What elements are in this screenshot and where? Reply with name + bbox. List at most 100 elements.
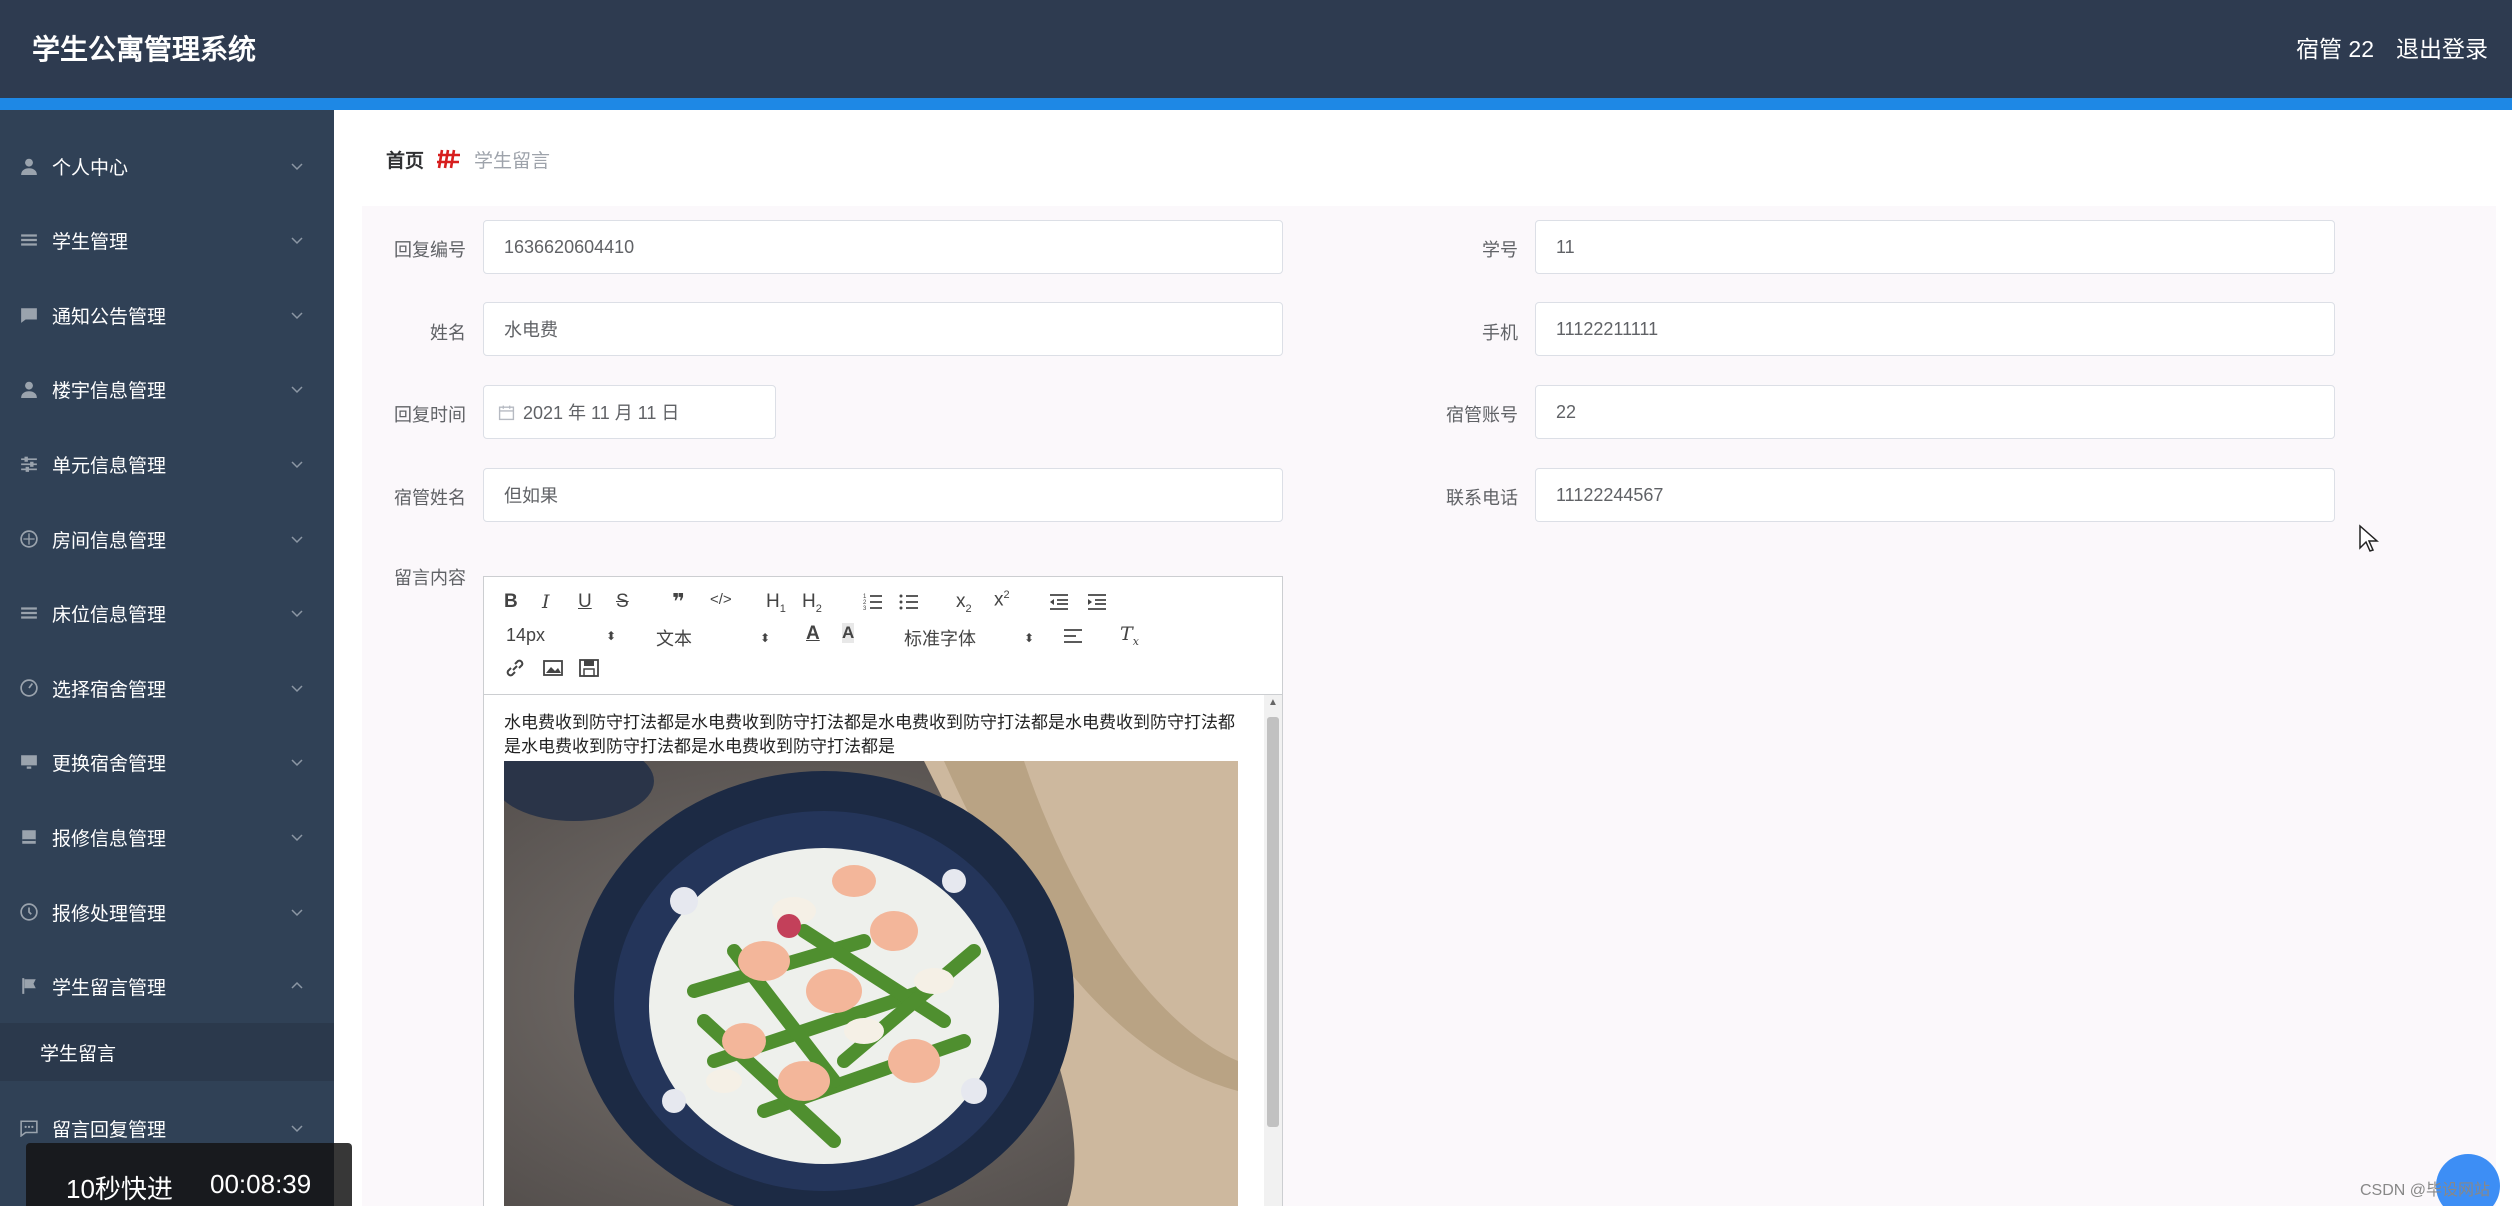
sidebar-item-label: 通知公告管理 (52, 306, 167, 328)
breadcrumb-separator-icon (437, 149, 461, 169)
background-color-button[interactable]: A (842, 623, 855, 643)
indent-icon (1088, 594, 1106, 610)
italic-button[interactable]: I (542, 591, 550, 613)
block-type-select[interactable]: 文本 ⬍ (656, 625, 776, 651)
logout-button[interactable]: 退出登录 (2396, 30, 2488, 64)
rich-text-editor[interactable]: B I U S ❞ </> H1 H2 123 x2 x2 14px ⬍ 文本 ⬍ … (483, 576, 1283, 1206)
underline-button[interactable]: U (578, 591, 592, 613)
sidebar-item-label: 学生管理 (52, 231, 129, 253)
student-no-input[interactable]: 11 (1535, 220, 2335, 274)
sidebar-item-label: 选择宿舍管理 (52, 679, 167, 701)
image-button[interactable] (542, 657, 564, 685)
phone-input[interactable]: 11122211111 (1535, 302, 2335, 356)
reply-no-input[interactable]: 1636620604410 (483, 220, 1283, 274)
indent-button[interactable] (1086, 591, 1108, 619)
font-family-value: 标准字体 (904, 629, 976, 649)
manager-account-input[interactable]: 22 (1535, 385, 2335, 439)
chevron-down-icon (290, 1121, 304, 1135)
manager-account-text: 22 (1556, 401, 1577, 422)
scroll-up-icon[interactable]: ▲ (1268, 697, 1278, 708)
font-size-select[interactable]: 14px ⬍ (506, 625, 626, 646)
sidebar-item-notice-management[interactable]: 通知公告管理 (0, 278, 334, 352)
ordered-list-button[interactable]: 123 (862, 591, 884, 619)
sidebar-item-label: 报修信息管理 (52, 828, 167, 850)
strikethrough-button[interactable]: S (616, 591, 629, 613)
food-photo-illustration (504, 761, 1238, 1206)
sidebar-item-room-management[interactable]: 房间信息管理 (0, 502, 334, 576)
phone-label: 手机 (1482, 323, 1518, 343)
heading1-button[interactable]: H1 (766, 591, 786, 615)
name-input[interactable]: 水电费 (483, 302, 1283, 356)
superscript-button[interactable]: x2 (994, 589, 1010, 611)
chevron-down-icon (290, 532, 304, 546)
sidebar-item-label: 房间信息管理 (52, 530, 167, 552)
monitor-icon (20, 753, 38, 771)
contact-phone-label: 联系电话 (1446, 488, 1518, 508)
reply-time-datepicker[interactable]: 2021 年 11 月 11 日 (483, 385, 776, 439)
link-button[interactable] (504, 657, 526, 685)
ordered-list-icon: 123 (863, 594, 882, 612)
align-button[interactable] (1062, 625, 1084, 653)
editor-scrollbar-thumb[interactable] (1267, 717, 1279, 1127)
chevron-down-icon (290, 830, 304, 844)
user-icon (20, 380, 38, 398)
sidebar-item-bed-management[interactable]: 床位信息管理 (0, 576, 334, 650)
blockquote-button[interactable]: ❞ (672, 589, 685, 615)
sidebar-item-label: 更换宿舍管理 (52, 753, 167, 775)
fast-forward-label[interactable]: 10秒快进 (66, 1169, 173, 1206)
sidebar-item-dorm-selection[interactable]: 选择宿舍管理 (0, 651, 334, 725)
font-color-button[interactable]: A (806, 623, 820, 645)
link-icon (506, 659, 524, 677)
accent-bar (0, 98, 2512, 110)
sidebar-item-student-management[interactable]: 学生管理 (0, 203, 334, 277)
sidebar-item-repair-info[interactable]: 报修信息管理 (0, 800, 334, 874)
sidebar: 个人中心 学生管理 通知公告管理 楼宇信息管理 单元信息管理 房间信息管理 床位… (0, 110, 334, 1206)
editor-text: 水电费收到防守打法都是水电费收到防守打法都是水电费收到防守打法都是水电费收到防守… (504, 713, 1235, 756)
manager-name-input[interactable]: 但如果 (483, 468, 1283, 522)
sidebar-item-label: 楼宇信息管理 (52, 380, 167, 402)
editor-content[interactable]: 水电费收到防守打法都是水电费收到防守打法都是水电费收到防守打法都是水电费收到防守… (484, 695, 1264, 1206)
sidebar-item-label: 个人中心 (52, 157, 129, 179)
sidebar-subitem-label: 学生留言 (40, 1043, 117, 1065)
top-header: 学生公寓管理系统 宿管 22 退出登录 (0, 0, 2512, 98)
chevron-down-icon (290, 905, 304, 919)
student-no-label: 学号 (1482, 240, 1518, 260)
video-icon (579, 659, 599, 677)
sidebar-subitem-student-message[interactable]: 学生留言 (0, 1023, 334, 1081)
sidebar-item-unit-management[interactable]: 单元信息管理 (0, 427, 334, 501)
breadcrumb-home[interactable]: 首页 (386, 146, 424, 173)
manager-name-label: 宿管姓名 (394, 488, 466, 508)
sidebar-item-building-management[interactable]: 楼宇信息管理 (0, 352, 334, 426)
bold-button[interactable]: B (504, 591, 518, 613)
code-block-button[interactable]: </> (710, 591, 732, 608)
editor-scrollbar[interactable]: ▲ (1264, 695, 1282, 1206)
sidebar-item-dorm-change[interactable]: 更换宿舍管理 (0, 725, 334, 799)
subscript-button[interactable]: x2 (956, 591, 972, 615)
chevron-down-icon (290, 159, 304, 173)
reply-no-label: 回复编号 (394, 240, 466, 260)
breadcrumb-current: 学生留言 (474, 150, 551, 172)
clear-format-button[interactable]: Tx (1120, 623, 1139, 648)
font-family-select[interactable]: 标准字体 ⬍ (904, 625, 1044, 651)
content-label: 留言内容 (394, 568, 466, 588)
csdn-watermark: CSDN @毕设网站 (2360, 1182, 2491, 1199)
sidebar-item-message-management[interactable]: 学生留言管理 (0, 949, 334, 1023)
outdent-button[interactable] (1048, 591, 1070, 619)
app-title: 学生公寓管理系统 (32, 34, 257, 65)
reply-time-text: 2021 年 11 月 11 日 (523, 403, 680, 423)
image-icon (543, 660, 563, 676)
list-icon (20, 604, 38, 622)
video-overlay: 10秒快进 00:08:39 (26, 1143, 352, 1206)
bullet-list-button[interactable] (898, 591, 920, 619)
sidebar-item-label: 学生留言管理 (52, 977, 167, 999)
sidebar-item-personal-center[interactable]: 个人中心 (0, 129, 334, 203)
compass-icon (20, 530, 38, 548)
contact-phone-input[interactable]: 11122244567 (1535, 468, 2335, 522)
video-button[interactable] (578, 657, 600, 685)
select-arrows-icon: ⬍ (1024, 631, 1035, 645)
heading2-button[interactable]: H2 (802, 591, 822, 615)
sidebar-item-repair-process[interactable]: 报修处理管理 (0, 875, 334, 949)
chat-icon (20, 1119, 38, 1137)
breadcrumb: 首页 学生留言 (386, 146, 550, 172)
block-type-value: 文本 (656, 629, 692, 649)
